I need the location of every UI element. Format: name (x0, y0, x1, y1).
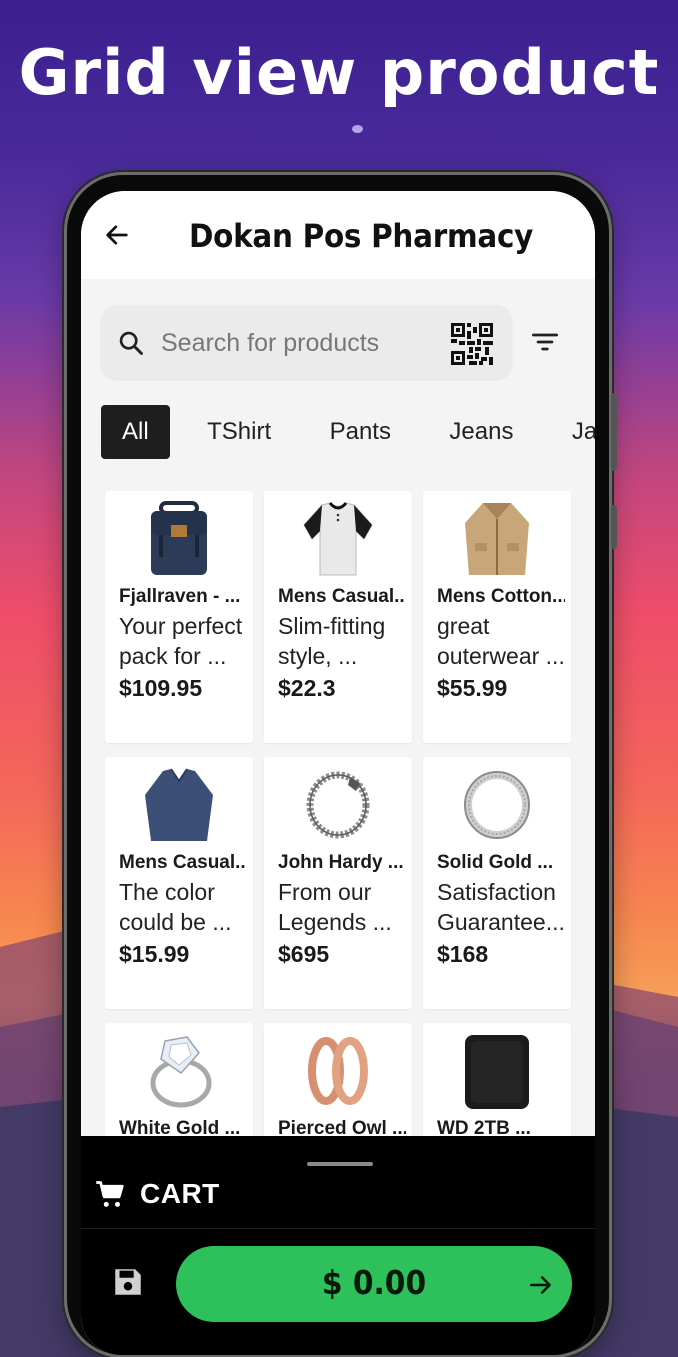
product-name: Mens Cotton... (437, 586, 565, 607)
product-card[interactable]: Fjallraven - ... Your perfect pack for .… (105, 491, 253, 743)
product-price: $695 (278, 941, 330, 967)
app-screen: Dokan Pos Pharmacy A (81, 191, 595, 1355)
hard-drive-image (465, 1035, 529, 1109)
product-name: Mens Casual... (119, 852, 247, 873)
divider (81, 1228, 595, 1229)
product-description: Satisfaction Guarantee... (437, 879, 565, 935)
category-chip-pants[interactable]: Pants (309, 405, 412, 459)
diamond-ring-image (150, 1036, 212, 1108)
app-bar: Dokan Pos Pharmacy (81, 191, 595, 279)
checkout-button[interactable]: $ 0.00 (176, 1246, 572, 1322)
category-chip-tshirt[interactable]: TShirt (186, 405, 292, 459)
back-arrow-icon[interactable] (103, 221, 131, 249)
tshirt-image (303, 502, 373, 576)
search-bar[interactable] (101, 305, 512, 379)
product-description: The color could be ... (119, 879, 232, 935)
product-price: $168 (437, 941, 489, 967)
product-card[interactable]: John Hardy ... From our Legends ... $695 (264, 757, 412, 1009)
phone-frame: Dokan Pos Pharmacy A (67, 175, 617, 1355)
product-card[interactable]: Solid Gold ... Satisfaction Guarantee...… (423, 757, 571, 1009)
search-input[interactable] (159, 323, 433, 363)
cart-icon (96, 1181, 124, 1207)
product-price: $55.99 (437, 675, 508, 701)
cart-total: $ 0.00 (321, 1263, 427, 1302)
decorative-dot (352, 125, 363, 133)
rose-gold-earrings-image (308, 1037, 368, 1105)
ring-image (464, 771, 530, 839)
cart-label[interactable]: CART (140, 1178, 220, 1210)
product-description: Slim-fitting style, ... (278, 613, 386, 669)
category-chip-all[interactable]: All (101, 405, 170, 459)
product-description: great outerwear ... (437, 613, 565, 669)
product-description: From our Legends ... (278, 879, 392, 935)
jacket-image (465, 503, 529, 575)
search-icon (119, 331, 143, 355)
product-description: Your perfect pack for ... (119, 613, 243, 669)
product-card[interactable]: Mens Cotton... great outerwear ... $55.9… (423, 491, 571, 743)
arrow-right-icon (530, 1276, 551, 1294)
drag-handle[interactable] (307, 1162, 373, 1166)
filter-icon[interactable] (531, 331, 559, 353)
category-chip-jeans[interactable]: Jeans (428, 405, 534, 459)
backpack-image (151, 501, 207, 575)
bracelet-image (306, 771, 370, 839)
app-title: Dokan Pos Pharmacy (189, 217, 534, 255)
qr-code-icon[interactable] (451, 323, 493, 365)
product-price: $109.95 (119, 675, 203, 701)
category-chip-jackets[interactable]: Jacke (551, 405, 595, 459)
product-card[interactable]: Mens Casual... The color could be ... $1… (105, 757, 253, 1009)
power-button (611, 505, 617, 549)
cart-panel: CART $ 0.00 (81, 1136, 595, 1355)
product-price: $22.3 (278, 675, 336, 701)
product-name: Solid Gold ... (437, 852, 554, 873)
product-name: John Hardy ... (278, 852, 404, 873)
product-name: Fjallraven - ... (119, 586, 241, 607)
product-name: Mens Casual... (278, 586, 406, 607)
save-icon[interactable] (111, 1264, 145, 1300)
sweater-image (145, 768, 213, 841)
category-chips: All TShirt Pants Jeans Jacke (101, 405, 595, 461)
promo-headline: Grid view product (18, 36, 660, 109)
volume-button (611, 393, 617, 471)
product-card[interactable]: Mens Casual... Slim-fitting style, ... $… (264, 491, 412, 743)
product-price: $15.99 (119, 941, 190, 967)
